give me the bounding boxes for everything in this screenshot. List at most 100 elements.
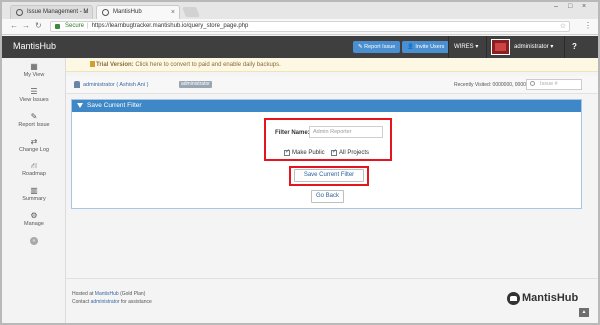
sidebar-item-label: Report Issue [18,122,50,128]
maximize-icon[interactable]: □ [568,3,572,10]
sidebar-item-label: View Issues [19,97,49,103]
user-menu[interactable]: administrator ▾ [514,41,553,53]
user-icon [74,81,80,88]
sidebar-collapse-button[interactable]: « [30,237,38,245]
hosted-prefix: Hosted at [72,291,94,297]
save-current-filter-button[interactable]: Save Current Filter [294,169,364,182]
github-icon [102,9,109,16]
all-projects-checkbox[interactable] [331,148,337,156]
sidebar-item-change-log[interactable]: ⇄ Change Log [2,136,66,160]
recently-visited: Recently Visited: 0000000, 0000000 [454,82,535,88]
back-arrow-icon[interactable]: ← [10,21,18,31]
tab-label: Issue Management - M [27,9,89,15]
search-icon [530,81,535,86]
user-name: administrator [514,44,549,50]
browser-tab-bar: Issue Management - M × MantisHub × – □ × [2,2,598,19]
url-field[interactable]: Secure | https://learnbugtracker.mantishub… [50,21,570,32]
invite-users-label: Invite Users [415,44,445,50]
navbar-divider [564,36,565,58]
sidebar-item-roadmap[interactable]: ⛙ Roadmap [2,160,66,184]
browser-address-bar: ← → ↻ Secure | https://learnbugtracker.man… [2,19,598,35]
sidebar-item-report-issue[interactable]: ✎ Report Issue [2,111,66,135]
pencil-icon: ✎ [30,112,38,121]
panel-title: Save Current Filter [87,102,142,109]
minimize-icon[interactable]: – [554,3,558,10]
brand-title[interactable]: MantisHub [13,41,56,51]
project-selector[interactable]: WIRES ▾ [454,41,478,53]
filter-name-label: Filter Name: [275,130,310,136]
sidebar-item-view-issues[interactable]: ☰ View Issues [2,86,66,110]
sidebar-item-label: Manage [24,221,44,227]
filter-icon [77,103,83,108]
browser-menu-icon[interactable]: ⋮ [584,21,592,31]
secure-label: Secure [65,23,85,29]
close-window-icon[interactable]: × [582,3,586,10]
close-tab-icon[interactable]: × [84,6,88,19]
make-public-checkbox[interactable] [284,148,290,156]
trial-title: Trial Version: [96,62,134,68]
mantis-logo-icon [507,292,520,305]
make-public-label: Make Public [292,150,325,156]
footer-divider [66,278,598,279]
contact-link[interactable]: administrator [91,299,120,305]
avatar[interactable] [491,39,510,55]
panel-header: Save Current Filter [72,100,581,112]
contact-suffix: for assistance [120,299,152,305]
gears-icon: ⚙ [30,211,38,220]
filter-name-input[interactable] [309,126,383,138]
go-back-button[interactable]: Go Back [311,190,344,203]
forward-arrow-icon[interactable]: → [22,21,30,31]
report-issue-button[interactable]: ✎ Report Issue [353,41,401,53]
url-separator: | [87,23,89,29]
logo-text: MantisHub [522,292,579,304]
sidebar-item-label: Change Log [19,147,49,153]
reload-icon[interactable]: ↻ [35,21,42,31]
report-issue-label: Report Issue [364,44,396,50]
all-projects-label: All Projects [339,150,370,156]
trial-text: Click here to convert to paid and enable… [135,62,281,68]
sidebar-item-label: My View [23,72,45,78]
avatar-image [495,43,506,51]
issue-number-input[interactable]: Issue # [526,79,582,90]
list-icon: ☰ [30,87,38,96]
trial-banner[interactable]: Trial Version: Click here to convert to … [66,58,598,72]
role-badge: administrator [179,81,212,88]
help-button[interactable]: ? [572,41,577,53]
contact-prefix: Contact [72,299,90,305]
sidebar-item-label: Roadmap [22,171,46,177]
footer-hosted: Hosted at MantisHub (Gold Plan) [72,291,145,298]
url-text: https://learnbugtracker.mantishub.io/que… [91,23,249,29]
current-user-link[interactable]: administrator ( Ashish Ani ) [83,81,148,89]
scroll-to-top-button[interactable]: ▲ [579,308,589,317]
sidebar-item-label: Summary [22,196,46,202]
sidebar-item-manage[interactable]: ⚙ Manage [2,210,66,234]
dashboard-icon: ▦ [30,62,38,71]
new-tab-button[interactable] [182,7,200,17]
hosted-link[interactable]: MantisHub [95,291,119,297]
save-filter-panel: Save Current Filter Filter Name: Make Pu… [71,99,582,209]
footer-contact: Contact administrator for assistance [72,299,152,306]
lock-icon [55,24,60,29]
road-icon: ⛙ [31,161,37,170]
screenshot-frame: Issue Management - M × MantisHub × – □ ×… [0,0,600,325]
retweet-icon: ⇄ [30,137,38,146]
browser-tab-issue-management[interactable]: Issue Management - M × [10,5,93,19]
breadcrumb: administrator ( Ashish Ani ) administrat… [66,76,598,94]
tab-label: MantisHub [113,9,142,15]
sidebar-item-summary[interactable]: ▥ Summary [2,185,66,209]
project-name: WIRES [454,44,474,50]
bar-chart-icon: ▥ [30,186,38,195]
sidebar-item-my-view[interactable]: ▦ My View [2,61,66,85]
close-tab-icon[interactable]: × [171,6,175,19]
navbar-divider [486,36,487,58]
bookmark-star-icon[interactable]: ☆ [560,22,566,31]
warning-icon [90,61,95,67]
hosted-suffix: (Gold Plan) [120,291,146,297]
browser-tab-mantishub[interactable]: MantisHub × [96,5,180,19]
navbar-divider [448,36,449,58]
invite-users-button[interactable]: 👤 Invite Users [402,41,450,53]
issue-placeholder: Issue # [540,81,558,87]
github-icon [16,9,23,16]
app-navbar: MantisHub ✎ Report Issue 👤 Invite Users … [2,36,598,58]
sidebar: ▦ My View ☰ View Issues ✎ Report Issue ⇄… [2,58,66,323]
